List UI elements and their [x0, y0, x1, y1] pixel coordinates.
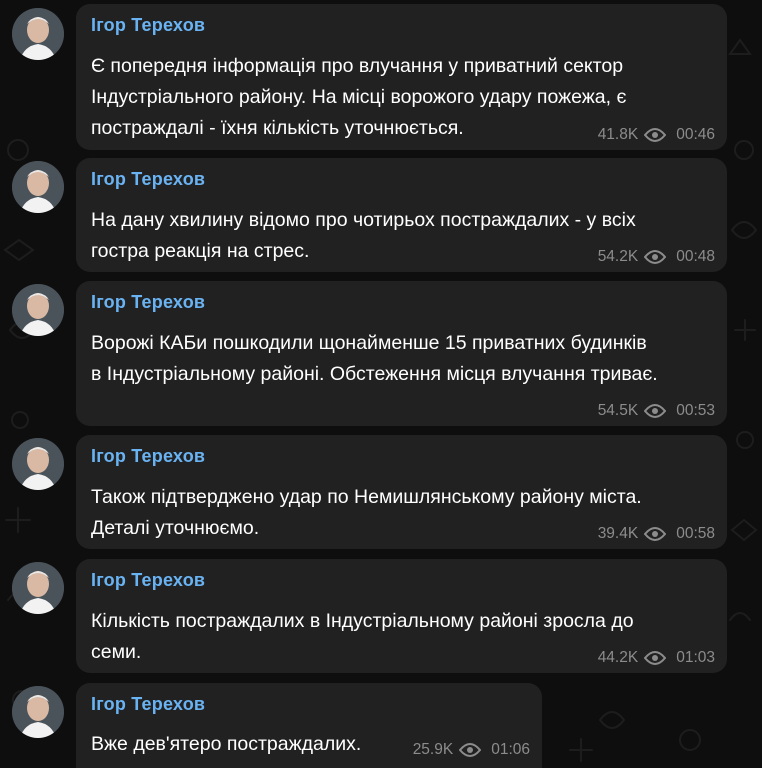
message-meta: 41.8K 00:46 [598, 126, 715, 144]
author-name[interactable]: Ігор Терехов [91, 168, 713, 190]
message-bubble[interactable]: Ігор Терехов Також підтверджено удар по … [76, 435, 727, 549]
message-meta: 44.2K 01:03 [598, 649, 715, 667]
author-avatar[interactable] [12, 686, 64, 738]
message-meta: 54.2K 00:48 [598, 248, 715, 266]
message-time: 01:03 [676, 649, 715, 666]
message-time: 00:58 [676, 525, 715, 542]
view-count: 25.9K [412, 741, 454, 758]
message-text: Ворожі КАБи пошкодили щонайменше 15 прив… [91, 332, 658, 385]
view-count: 44.2K [597, 649, 639, 666]
message-bubble[interactable]: Ігор Терехов Вже дев'ятеро постраждалих.… [76, 683, 542, 768]
message-meta: 39.4K 00:58 [598, 525, 715, 543]
author-avatar[interactable] [12, 161, 64, 213]
message-time: 00:46 [676, 126, 715, 143]
author-avatar[interactable] [12, 8, 64, 60]
author-name[interactable]: Ігор Терехов [91, 291, 713, 313]
message-time: 00:48 [676, 248, 715, 265]
author-name[interactable]: Ігор Терехов [91, 14, 713, 36]
view-count: 54.5K [597, 402, 639, 419]
author-avatar[interactable] [12, 284, 64, 336]
author-name[interactable]: Ігор Терехов [91, 569, 713, 591]
message-time: 01:06 [491, 741, 530, 758]
view-count: 54.2K [597, 248, 639, 265]
eye-icon [644, 250, 667, 264]
author-name[interactable]: Ігор Терехов [91, 693, 528, 715]
author-avatar[interactable] [12, 562, 64, 614]
message-meta: 25.9K 01:06 [413, 741, 530, 759]
view-count: 39.4K [597, 525, 639, 542]
eye-icon [644, 527, 667, 541]
eye-icon [644, 128, 667, 142]
eye-icon [459, 743, 482, 757]
view-count: 41.8K [597, 126, 639, 143]
message-bubble[interactable]: Ігор Терехов Кількість постраждалих в Ін… [76, 559, 727, 673]
message-bubble[interactable]: Ігор Терехов Є попередня інформація про … [76, 4, 727, 150]
message-bubble[interactable]: Ігор Терехов Ворожі КАБи пошкодили щонай… [76, 281, 727, 426]
message-time: 00:53 [676, 402, 715, 419]
author-name[interactable]: Ігор Терехов [91, 445, 713, 467]
author-avatar[interactable] [12, 438, 64, 490]
message-meta: 54.5K 00:53 [598, 402, 715, 420]
eye-icon [644, 404, 667, 418]
eye-icon [644, 651, 667, 665]
message-bubble[interactable]: Ігор Терехов На дану хвилину відомо про … [76, 158, 727, 272]
